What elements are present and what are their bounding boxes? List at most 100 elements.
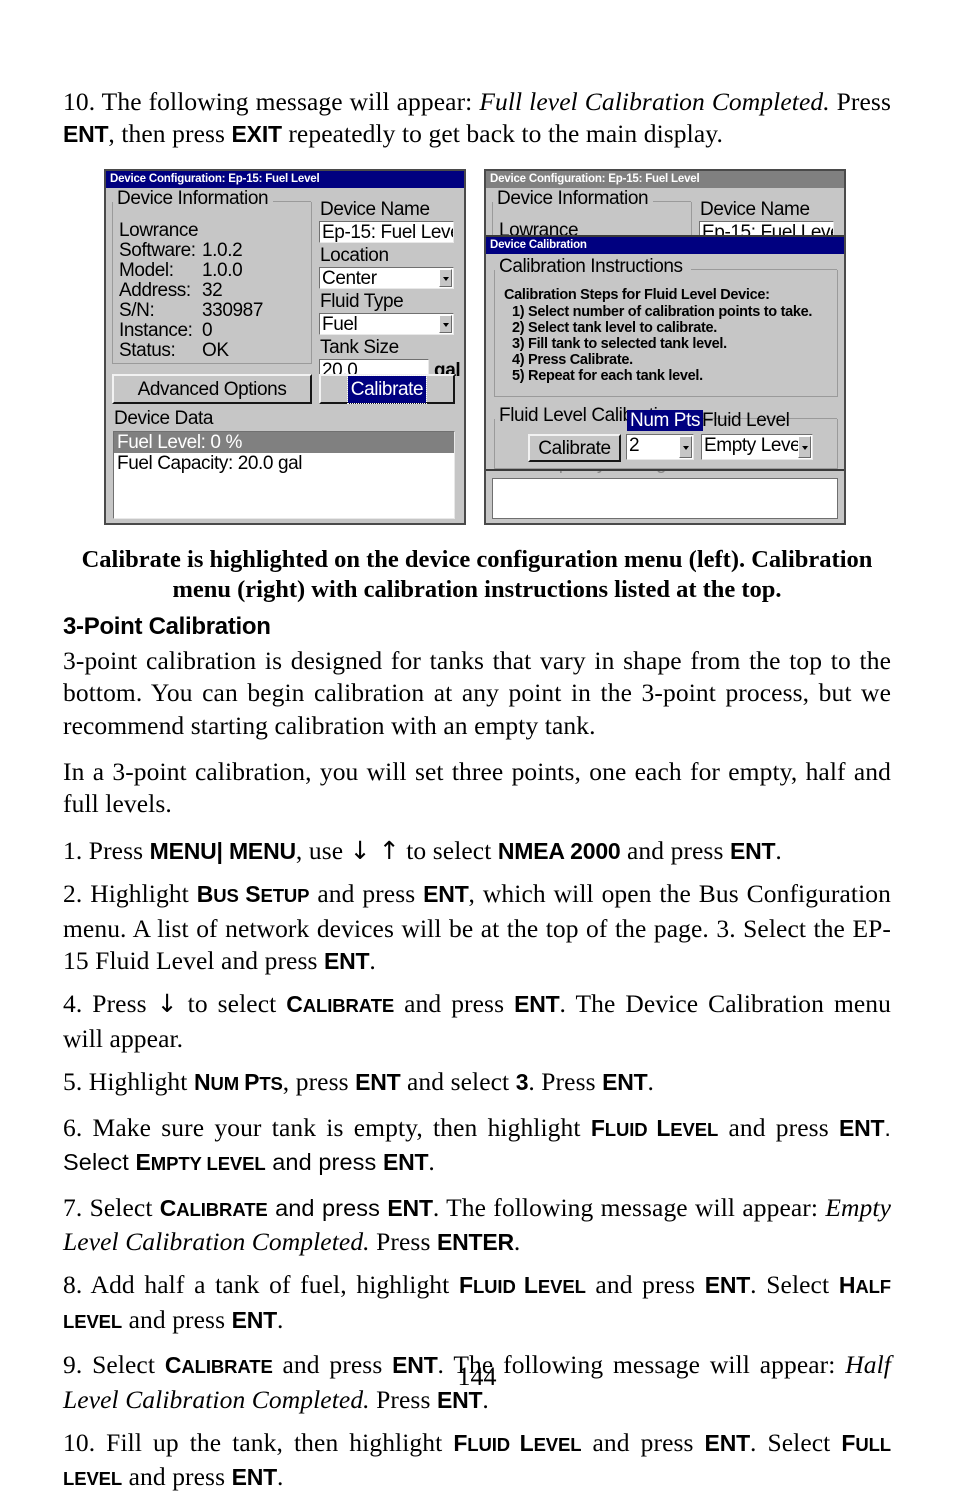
step-4-text-1: to select — [177, 989, 287, 1019]
info-instance-label: Instance: — [119, 319, 193, 341]
step-4-lead: 4. Press — [63, 989, 157, 1019]
status-output-box — [492, 477, 838, 519]
menu-nmea-2000: NMEA 2000 — [497, 837, 621, 864]
device-calibration-body: Device Information Lowrance Device Name … — [486, 188, 844, 523]
dropdown-fluid-level[interactable]: Empty Level — [701, 433, 813, 460]
key-ent: ENT — [231, 1306, 278, 1333]
step-5-lead: 5. Highlight — [63, 1067, 194, 1097]
label-num-pts-text: Num Pts — [627, 409, 704, 431]
info-address-label: Address: — [119, 279, 191, 301]
instructions-heading: Calibration Steps for Fluid Level Device… — [504, 286, 770, 303]
paragraph-step-10-intro: 10. The following message will appear: F… — [63, 86, 891, 151]
label-device-data: Device Data — [114, 407, 214, 429]
step-2-period: . — [369, 946, 376, 976]
label-location: Location — [320, 244, 389, 266]
advanced-options-button[interactable]: Advanced Options — [112, 373, 312, 404]
instruction-step: 2) Select tank level to calibrate. — [512, 319, 717, 336]
key-ent: ENT — [704, 1272, 751, 1299]
menu-empty-level: EMPTY LEVEL — [135, 1149, 266, 1176]
dialog-calibrate-button-label: Calibrate — [538, 437, 611, 459]
italic-message-full-level: Full level Calibration Completed. — [479, 87, 830, 116]
label-tank-size: Tank Size — [320, 336, 399, 358]
step-6: 6. Make sure your tank is empty, then hi… — [63, 1112, 891, 1181]
label-device-name-background: Device Name — [700, 198, 810, 220]
step-6-text-1: and press — [718, 1112, 839, 1142]
label-fluid-type: Fluid Type — [320, 290, 404, 312]
step-2-lead: 2. Highlight — [63, 879, 197, 909]
step-1: 1. Press MENU| MENU, use ↓ ↑ to select N… — [63, 835, 891, 867]
step-5-text-1: , press — [282, 1067, 356, 1097]
info-brand: Lowrance — [119, 219, 199, 241]
info-address-value: 32 — [202, 279, 223, 301]
key-ent: ENT — [838, 1114, 885, 1141]
step-7-text-3: Press — [369, 1226, 437, 1256]
figure-caption: Calibrate is highlighted on the device c… — [81, 545, 873, 603]
menu-fluid-level: FLUID LEVEL — [590, 1114, 719, 1141]
key-ent: ENT — [729, 837, 776, 864]
calibrate-button[interactable]: Calibrate — [319, 373, 455, 404]
chevron-down-icon[interactable] — [439, 268, 452, 287]
info-software-label: Software: — [119, 239, 196, 261]
titlebar-device-calibration: Device Calibration — [486, 236, 844, 254]
heading-3-point-calibration: 3-Point Calibration — [63, 612, 271, 640]
info-status-label: Status: — [119, 339, 176, 361]
dropdown-fluid-type-value: Fuel — [322, 313, 358, 335]
menu-calibrate: CALIBRATE — [286, 991, 395, 1018]
key-ent: ENT — [602, 1069, 648, 1096]
dropdown-num-pts[interactable]: 2 — [626, 433, 694, 460]
instruction-step: 3) Fill tank to selected tank level. — [512, 335, 727, 352]
arrow-updown-icon: ↓ ↑ — [349, 835, 400, 865]
document-page: 10. The following message will appear: F… — [63, 0, 891, 1491]
chevron-down-icon[interactable] — [679, 435, 692, 458]
key-ent: ENT — [355, 1069, 401, 1096]
label-device-name: Device Name — [320, 198, 430, 220]
dropdown-location[interactable]: Center — [319, 266, 454, 289]
advanced-options-button-label: Advanced Options — [137, 378, 287, 400]
key-ent: ENT — [63, 121, 109, 148]
instruction-step: 5) Repeat for each tank level. — [512, 367, 703, 384]
chevron-down-icon[interactable] — [439, 314, 452, 333]
paragraph-3point-intro-2: In a 3-point calibration, you will set t… — [63, 757, 891, 819]
step-5-text-3: . Press — [528, 1067, 603, 1097]
menu-fluid-level: FLUID LEVEL — [458, 1272, 586, 1299]
step-5-text-2: and select — [400, 1067, 516, 1097]
step-4-text-2: and press — [394, 989, 515, 1019]
group-device-information-label: Device Information — [497, 188, 654, 209]
text-mid-2: , then press — [108, 119, 232, 149]
key-ent: ENT — [387, 1194, 433, 1221]
info-serial-label: S/N: — [119, 299, 155, 321]
dialog-calibrate-button[interactable]: Calibrate — [528, 433, 621, 462]
text-lead: 10. The following message will appear: — [63, 87, 480, 116]
step-8-period: . — [276, 1304, 284, 1334]
list-item[interactable]: Fuel Capacity: 20.0 gal — [114, 453, 454, 474]
device-data-list[interactable]: Fuel Level: 0 % Fuel Capacity: 20.0 gal — [113, 430, 455, 519]
group-calibration-instructions-label: Calibration Instructions — [499, 256, 688, 277]
step-10-lead: 10. Fill up the tank, then highlight — [63, 1427, 454, 1457]
step-8-text-3: and press — [122, 1304, 232, 1334]
step-7: 7. Select CALIBRATE and press ENT. The f… — [63, 1192, 891, 1259]
menu-num-pts: NUM PTS — [193, 1069, 283, 1096]
step-10: 10. Fill up the tank, then highlight FLU… — [63, 1427, 891, 1496]
label-num-pts: Num Pts — [627, 409, 704, 431]
step-1-text-1: , use — [295, 835, 350, 865]
step-6-lead: 6. Make sure your tank is empty, then hi… — [63, 1112, 591, 1142]
text-mid-1: Press — [829, 87, 891, 116]
step-5: 5. Highlight NUM PTS, press ENT and sele… — [63, 1066, 891, 1100]
list-item[interactable]: Fuel Level: 0 % — [114, 431, 454, 453]
input-device-name[interactable]: Ep-15: Fuel Level — [319, 220, 454, 243]
chevron-down-icon[interactable] — [798, 435, 811, 458]
step-8-text-2: . Select — [750, 1270, 839, 1300]
key-enter: ENTER — [436, 1228, 514, 1255]
step-1-text-3: and press — [620, 835, 730, 865]
dropdown-location-value: Center — [322, 267, 377, 289]
step-5-period: . — [647, 1067, 654, 1097]
dropdown-fluid-type[interactable]: Fuel — [319, 312, 454, 335]
screenshot-device-configuration: Device Configuration: Ep-15: Fuel Level … — [104, 168, 466, 525]
step-2-text-1: and press — [309, 879, 424, 909]
device-configuration-body: Device Information Lowrance Software: 1.… — [106, 188, 464, 523]
step-6-text-3: and press — [265, 1149, 383, 1176]
step-7-lead: 7. Select — [63, 1192, 160, 1222]
paragraph-3point-intro-1: 3-point calibration is designed for tank… — [63, 645, 891, 740]
figure-device-screenshots: Device Configuration: Ep-15: Fuel Level … — [63, 168, 891, 531]
step-7-text-2: . The following message will appear: — [432, 1192, 826, 1222]
